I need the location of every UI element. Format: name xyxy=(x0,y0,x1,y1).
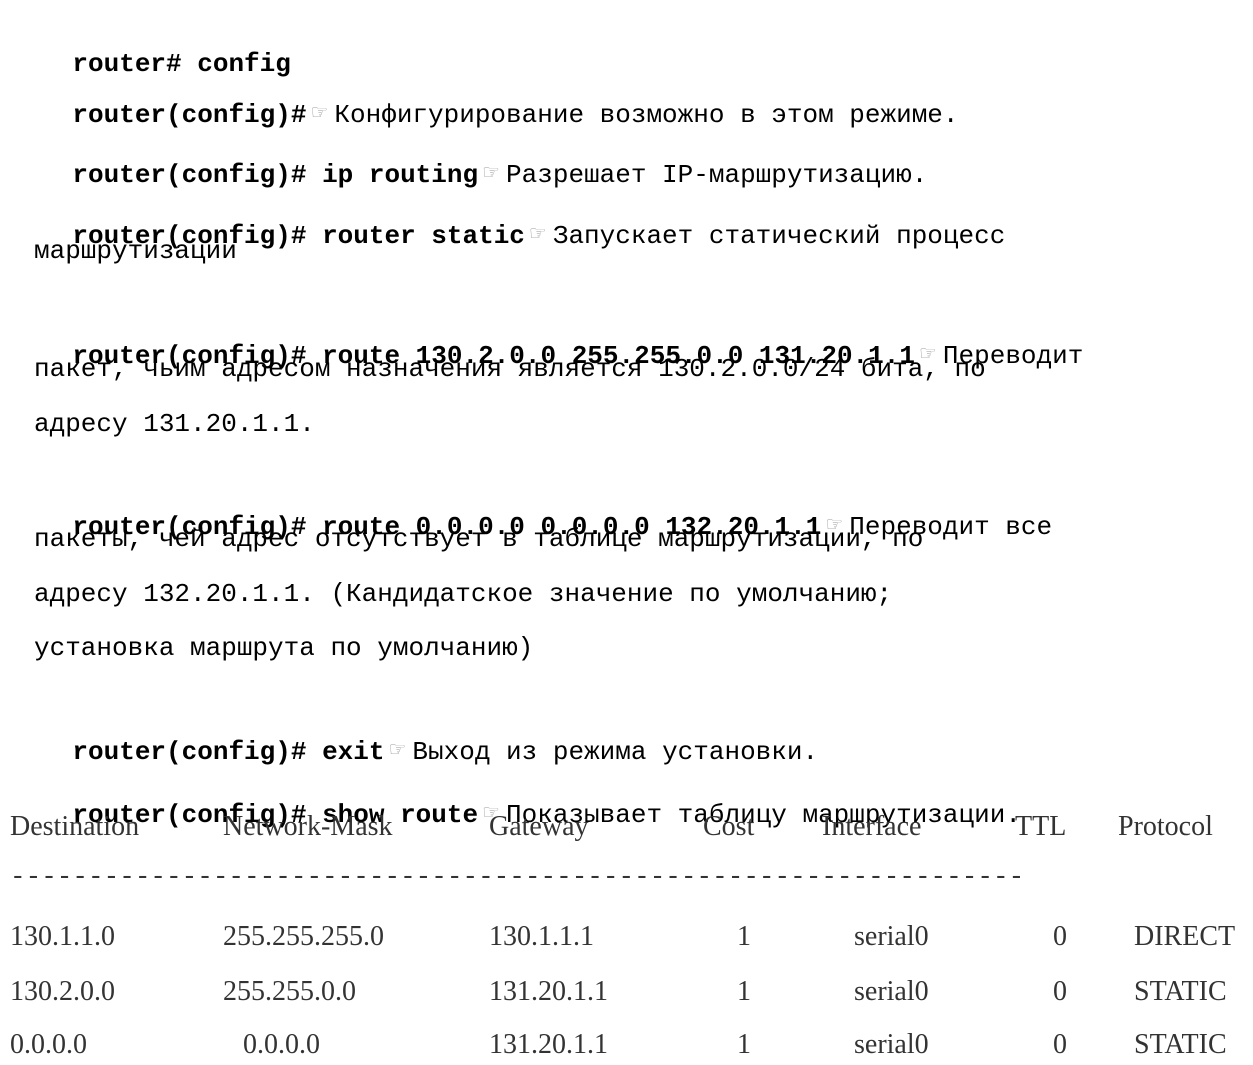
command-line: router(config)# show route ☞ Показывает та… xyxy=(10,752,1021,830)
command-line: router(config)# route 130.2.0.0 255.255.… xyxy=(10,293,1083,371)
table-cell-network-mask: 255.255.255.0 xyxy=(223,921,384,952)
table-cell-gateway: 130.1.1.1 xyxy=(489,921,594,952)
command-line: router(config)# router static ☞ Запускает … xyxy=(10,173,1005,251)
table-cell-protocol: STATIC xyxy=(1134,1029,1227,1060)
command-description: Запускает статический процесс xyxy=(552,221,1006,251)
table-cell-cost: 1 xyxy=(737,921,751,952)
column-header-interface: Interface xyxy=(822,811,922,842)
column-header-gateway: Gateway xyxy=(489,811,589,842)
table-cell-gateway: 131.20.1.1 xyxy=(489,1029,608,1060)
command-line: router(config)# exit ☞ Выход из режима уст… xyxy=(10,689,818,767)
table-cell-interface: serial0 xyxy=(854,1029,929,1060)
column-header-ttl: TTL xyxy=(1015,811,1067,842)
table-cell-destination: 130.1.1.0 xyxy=(10,921,115,952)
description-continuation: маршрутизации xyxy=(34,236,237,266)
table-cell-cost: 1 xyxy=(737,1029,751,1060)
table-cell-network-mask: 255.255.0.0 xyxy=(223,976,356,1007)
table-cell-ttl: 0 xyxy=(1053,1029,1067,1060)
table-cell-protocol: STATIC xyxy=(1134,976,1227,1007)
table-separator: ----------------------------------------… xyxy=(10,862,1025,892)
table-cell-protocol: DIRECT xyxy=(1134,921,1236,952)
command-line: router(config)# ☞ Конфигурирование возможн… xyxy=(10,52,958,130)
table-cell-interface: serial0 xyxy=(854,976,929,1007)
column-header-protocol: Protocol xyxy=(1118,811,1213,842)
command-line: router# config xyxy=(10,4,290,79)
description-continuation: адресу 132.20.1.1. (Кандидатское значени… xyxy=(34,579,893,609)
description-continuation: установка маршрута по умолчанию) xyxy=(34,633,534,663)
table-cell-network-mask: 0.0.0.0 xyxy=(243,1029,320,1060)
column-header-destination: Destination xyxy=(10,811,140,842)
description-continuation: пакет, чьим адресом назначения является … xyxy=(34,354,986,384)
table-cell-destination: 0.0.0.0 xyxy=(10,1029,87,1060)
column-header-cost: Cost xyxy=(703,811,755,842)
table-cell-gateway: 131.20.1.1 xyxy=(489,976,608,1007)
table-cell-interface: serial0 xyxy=(854,921,929,952)
column-header-network-mask: Network-Mask xyxy=(223,811,393,842)
table-cell-destination: 130.2.0.0 xyxy=(10,976,115,1007)
command-line: router(config)# route 0.0.0.0 0.0.0.0 13… xyxy=(10,464,1052,542)
table-cell-ttl: 0 xyxy=(1053,976,1067,1007)
pointing-hand-icon: ☞ xyxy=(528,221,547,245)
description-continuation: пакеты, чей адрес отсутствует в таблице … xyxy=(34,524,924,554)
description-continuation: адресу 131.20.1.1. xyxy=(34,409,315,439)
route-table: Destination Network-Mask Gateway Cost In… xyxy=(0,807,1253,1060)
table-cell-cost: 1 xyxy=(737,976,751,1007)
command-line: router(config)# ip routing ☞ Разрешает IP-… xyxy=(10,112,927,190)
table-cell-ttl: 0 xyxy=(1053,921,1067,952)
